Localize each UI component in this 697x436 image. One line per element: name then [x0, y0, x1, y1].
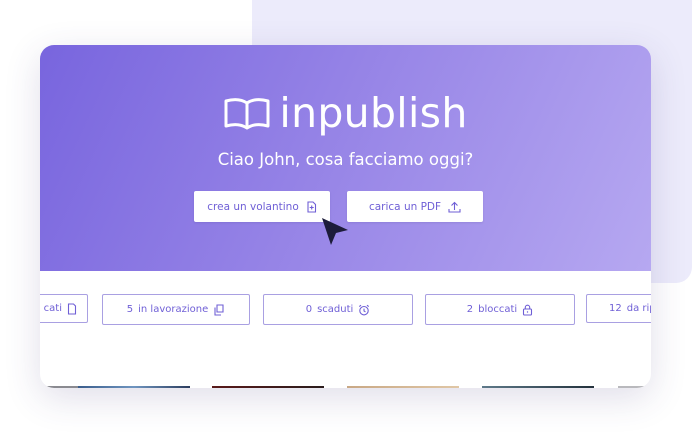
flyer-thumbnail[interactable]: [212, 386, 324, 388]
alarm-clock-icon: [359, 304, 370, 315]
status-filter-in-progress[interactable]: 5 in lavorazione: [102, 294, 250, 325]
upload-pdf-button[interactable]: carica un PDF: [347, 191, 483, 222]
flyer-thumbnail[interactable]: [618, 386, 651, 388]
status-filter-bar: cati 5 in lavorazione 0 scaduti 2 blocca…: [40, 294, 651, 326]
status-filter-to-repeat[interactable]: 12 da rip: [586, 294, 651, 323]
dashboard-card: inpublish Ciao John, cosa facciamo oggi?…: [40, 45, 651, 388]
status-filter-published[interactable]: cati: [40, 294, 88, 323]
flyer-thumbnail[interactable]: [78, 386, 190, 388]
copy-documents-icon: [214, 303, 224, 316]
open-book-icon: [224, 98, 270, 130]
status-count: 12: [609, 303, 622, 314]
lock-icon: [523, 304, 533, 316]
document-icon: [67, 302, 77, 315]
status-filter-expired[interactable]: 0 scaduti: [263, 294, 413, 325]
create-flyer-button[interactable]: crea un volantino: [194, 191, 330, 222]
status-count: 0: [305, 304, 313, 315]
status-label: scaduti: [317, 304, 354, 315]
upload-pdf-label: carica un PDF: [368, 200, 442, 213]
upload-icon: [448, 201, 461, 213]
status-label: in lavorazione: [138, 304, 209, 315]
hero-banner: inpublish Ciao John, cosa facciamo oggi?…: [40, 45, 651, 271]
greeting-text: Ciao John, cosa facciamo oggi?: [217, 150, 474, 169]
status-label: da rip: [626, 303, 651, 314]
status-filter-blocked[interactable]: 2 bloccati: [425, 294, 575, 325]
create-flyer-label: crea un volantino: [207, 200, 299, 213]
flyer-thumbnail[interactable]: [482, 386, 594, 388]
status-label: cati: [43, 303, 62, 314]
mouse-pointer-icon: [322, 218, 348, 245]
brand-name: inpublish: [279, 89, 468, 137]
flyer-thumbnail[interactable]: [40, 386, 82, 388]
flyer-thumbnails-row: [40, 386, 651, 388]
new-document-icon: [307, 200, 316, 213]
brand-logo: inpublish: [40, 90, 651, 136]
status-count: 5: [126, 304, 134, 315]
status-count: 2: [466, 304, 474, 315]
flyer-thumbnail[interactable]: [347, 386, 459, 388]
status-label: bloccati: [478, 304, 518, 315]
